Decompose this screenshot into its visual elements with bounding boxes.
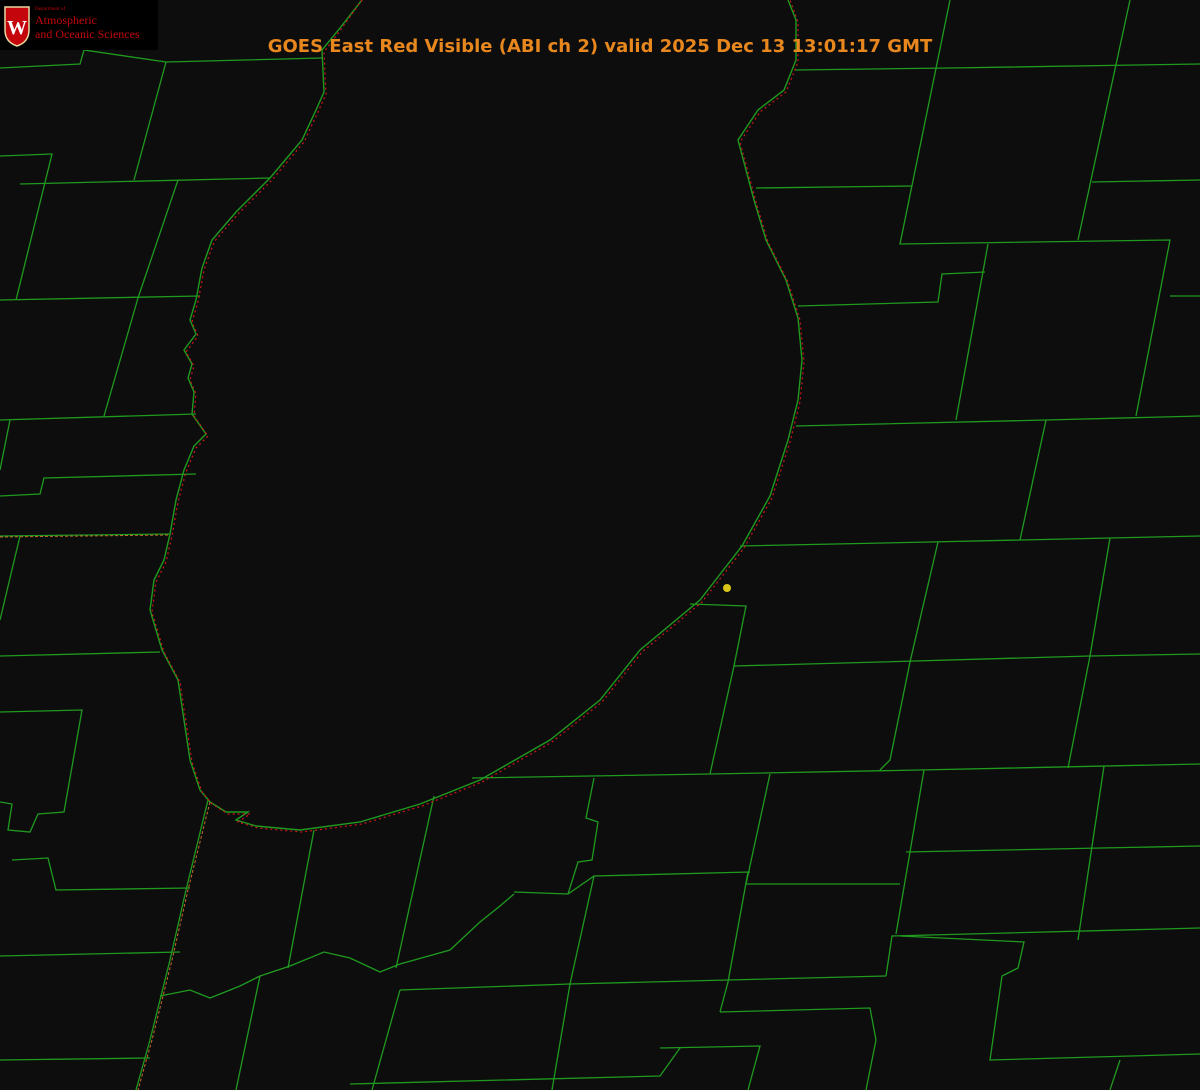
logo-line1: Atmospheric — [35, 13, 97, 27]
image-title: GOES East Red Visible (ABI ch 2) valid 2… — [267, 36, 933, 57]
location-dot-icon — [723, 584, 731, 592]
logo-dept-label: Department of — [35, 7, 66, 12]
satellite-map[interactable] — [0, 0, 1200, 1090]
map-background — [0, 0, 1200, 1090]
